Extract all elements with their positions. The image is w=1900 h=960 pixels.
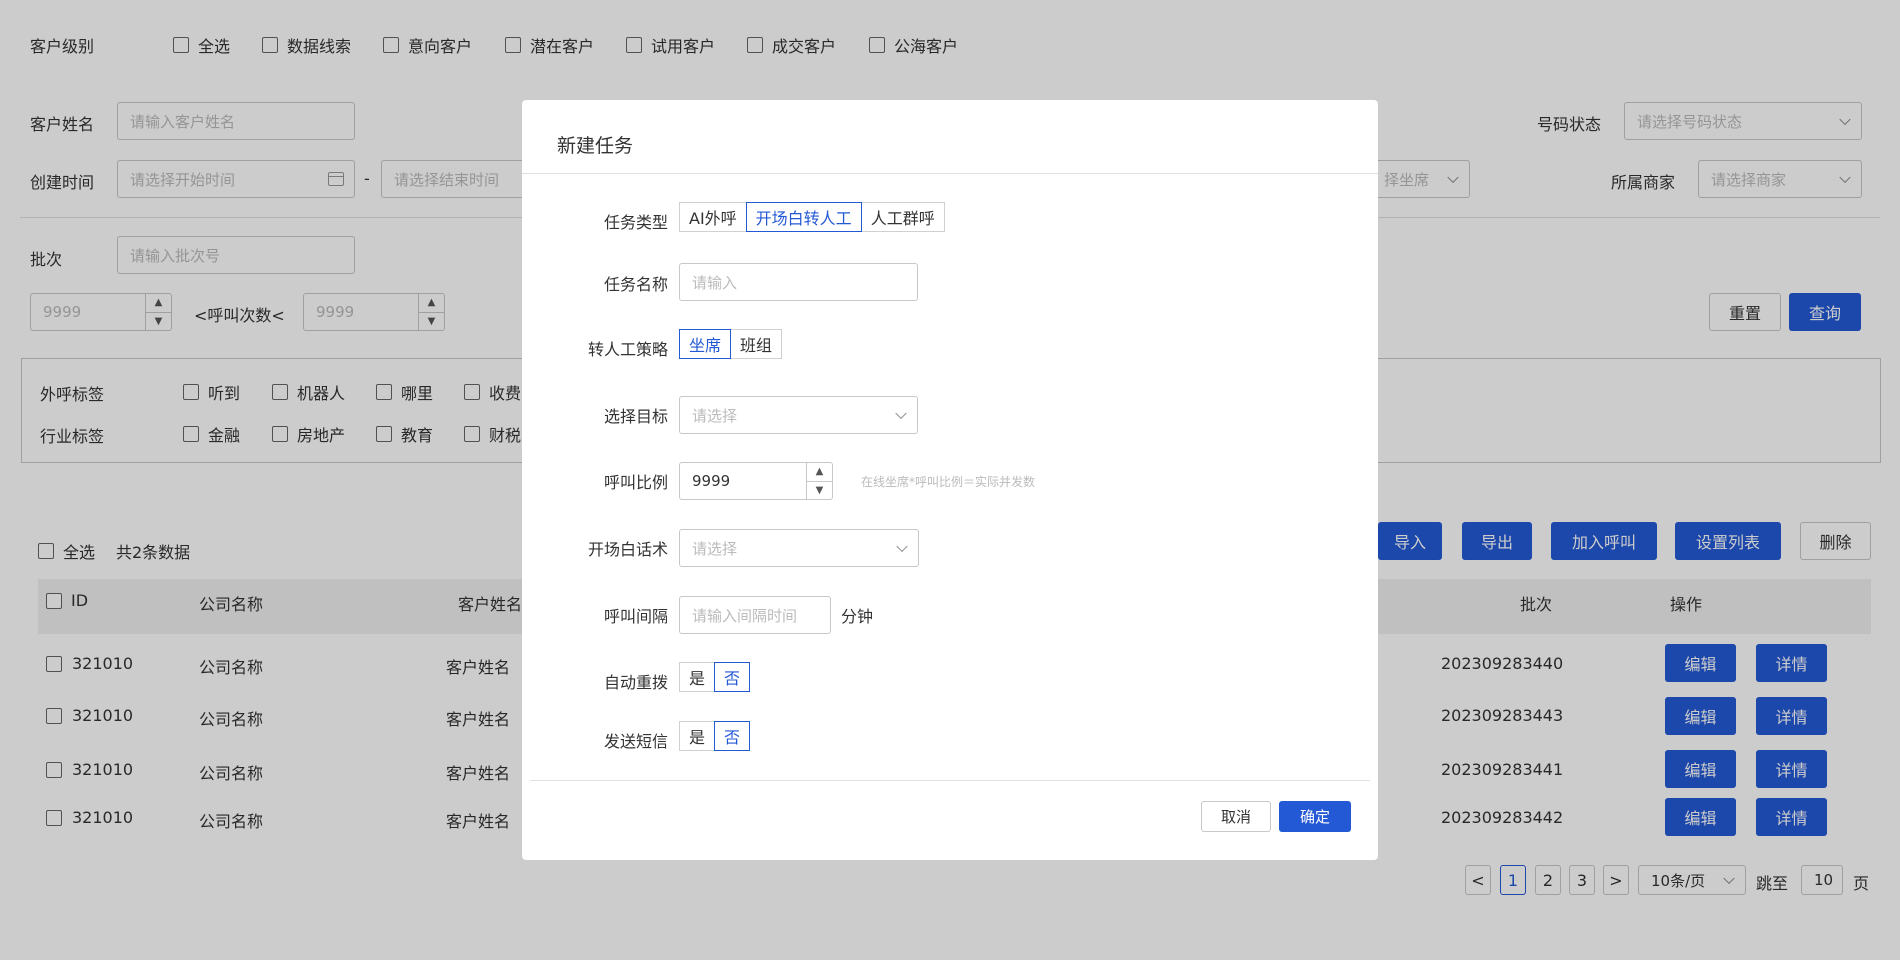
increment-icon[interactable]: ▲ bbox=[807, 463, 832, 482]
chevron-down-icon bbox=[896, 540, 908, 553]
interval-unit: 分钟 bbox=[841, 607, 874, 626]
call-ratio-hint: 在线坐席*呼叫比例＝实际并发数 bbox=[861, 475, 1036, 489]
task-name-input[interactable]: 请输入 bbox=[679, 263, 918, 301]
transfer-strategy-label: 转人工策略 bbox=[587, 340, 668, 359]
auto-redial-group: 是 否 bbox=[679, 662, 751, 692]
target-label: 选择目标 bbox=[603, 407, 668, 426]
task-type-label: 任务类型 bbox=[603, 213, 668, 232]
send-sms-label: 发送短信 bbox=[603, 732, 668, 751]
transfer-option-seat[interactable]: 坐席 bbox=[679, 329, 732, 359]
decrement-icon[interactable]: ▼ bbox=[807, 482, 832, 500]
divider bbox=[522, 173, 1378, 174]
auto-redial-no[interactable]: 否 bbox=[714, 662, 751, 692]
cancel-button[interactable]: 取消 bbox=[1201, 801, 1271, 832]
chevron-down-icon bbox=[895, 407, 907, 420]
send-sms-yes[interactable]: 是 bbox=[679, 721, 716, 751]
transfer-strategy-group: 坐席 班组 bbox=[679, 329, 783, 359]
task-type-opening-transfer[interactable]: 开场白转人工 bbox=[745, 202, 862, 232]
task-type-manual-group-call[interactable]: 人工群呼 bbox=[860, 202, 945, 232]
task-type-group: AI外呼 开场白转人工 人工群呼 bbox=[679, 202, 945, 232]
opening-script-label: 开场白话术 bbox=[587, 540, 668, 559]
call-ratio-label: 呼叫比例 bbox=[603, 473, 668, 492]
send-sms-group: 是 否 bbox=[679, 721, 751, 751]
task-name-label: 任务名称 bbox=[603, 275, 668, 294]
divider bbox=[530, 780, 1370, 781]
confirm-button[interactable]: 确定 bbox=[1279, 801, 1351, 832]
task-type-ai-call[interactable]: AI外呼 bbox=[679, 202, 747, 232]
auto-redial-yes[interactable]: 是 bbox=[679, 662, 716, 692]
call-interval-input[interactable]: 请输入间隔时间 bbox=[679, 596, 831, 634]
target-select[interactable]: 请选择 bbox=[679, 396, 918, 434]
call-ratio-stepper[interactable]: 9999 ▲ ▼ bbox=[679, 462, 833, 500]
auto-redial-label: 自动重拨 bbox=[603, 673, 668, 692]
new-task-dialog: 新建任务 任务类型 AI外呼 开场白转人工 人工群呼 任务名称 请输入 转人工策… bbox=[522, 100, 1378, 860]
transfer-option-team[interactable]: 班组 bbox=[730, 329, 783, 359]
send-sms-no[interactable]: 否 bbox=[714, 721, 751, 751]
dialog-title: 新建任务 bbox=[557, 135, 634, 157]
call-interval-label: 呼叫间隔 bbox=[603, 607, 668, 626]
opening-script-select[interactable]: 请选择 bbox=[679, 529, 919, 567]
